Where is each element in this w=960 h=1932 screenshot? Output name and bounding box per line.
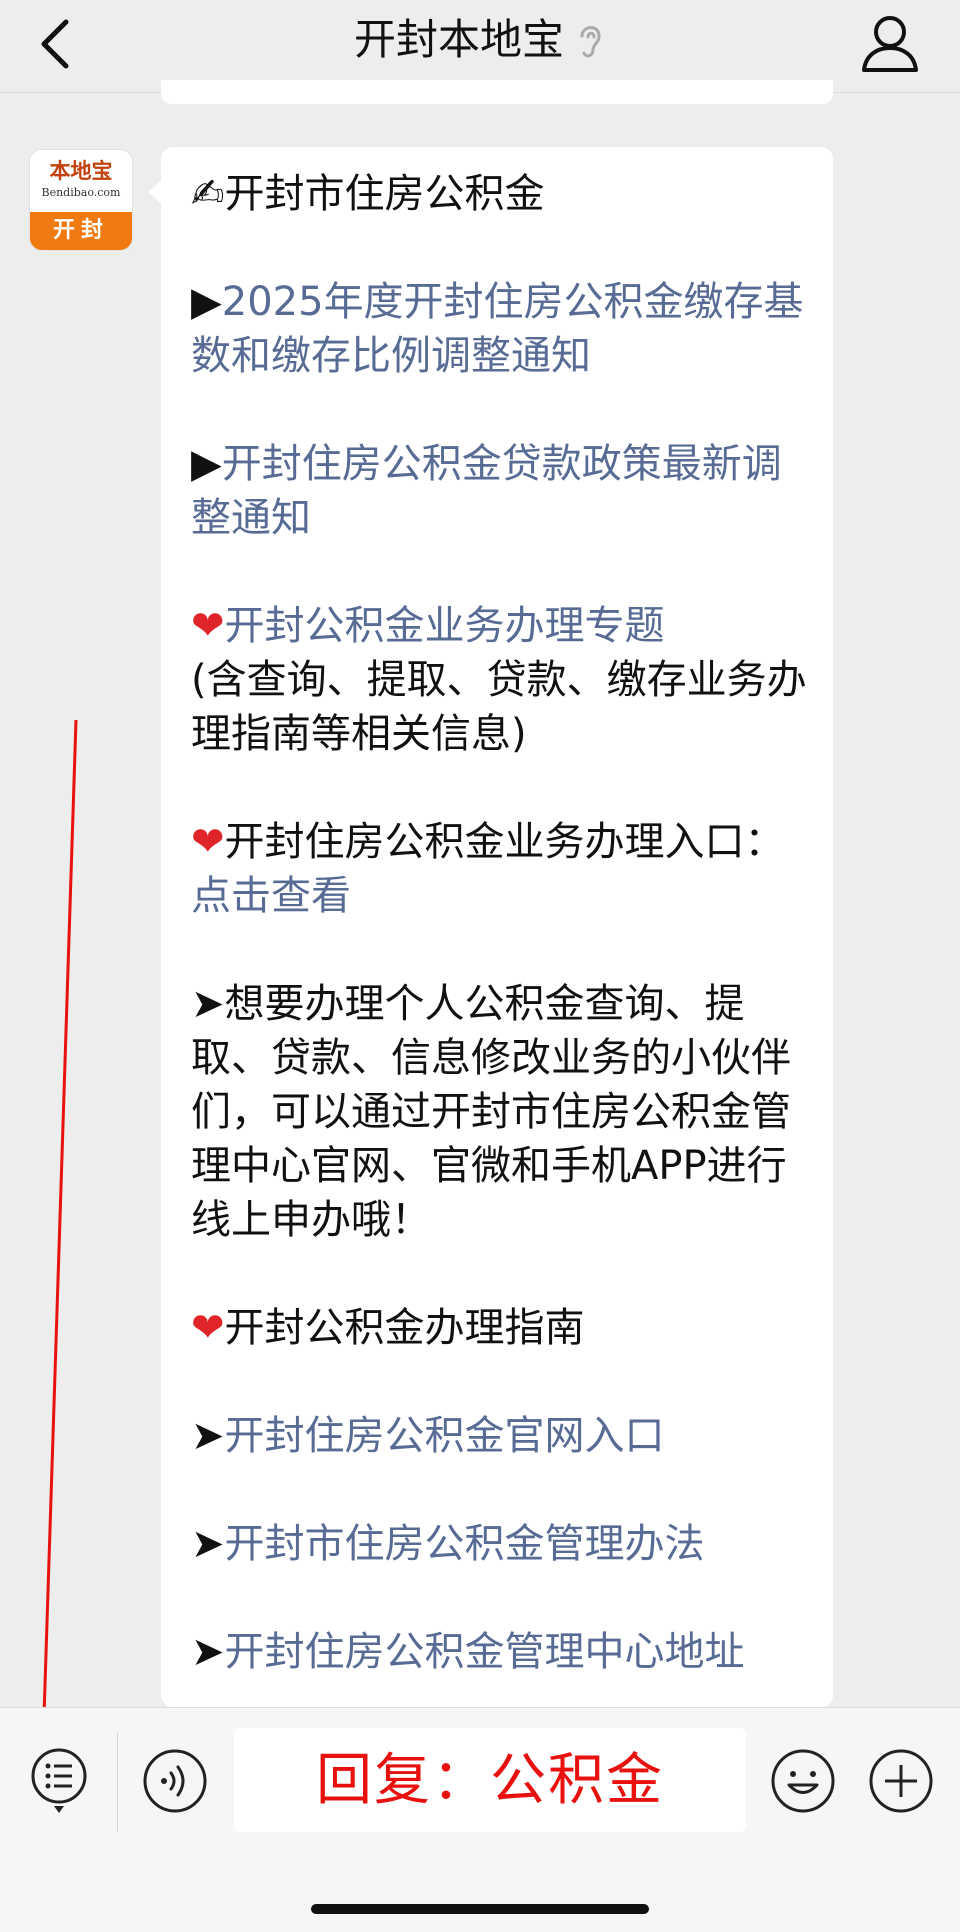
- avatar-brand-text: 本地宝: [49, 158, 113, 183]
- list-item: ▶开封住房公积金贷款政策最新调整通知: [191, 437, 817, 545]
- message-bubble: ✍开封市住房公积金 ▶2025年度开封住房公积金缴存基数和缴存比例调整通知 ▶开…: [161, 147, 833, 1707]
- list-item: ➤想要办理个人公积金查询、提取、贷款、信息修改业务的小伙伴们，可以通过开封市住房…: [191, 977, 817, 1247]
- user-profile-icon[interactable]: [860, 12, 920, 76]
- list-item: ➤开封住房公积金官网入口: [191, 1409, 817, 1463]
- toolbar-divider: [117, 1732, 118, 1832]
- ear-icon: [580, 26, 601, 58]
- sender-avatar[interactable]: 本地宝 Bendibao.com 开封: [30, 150, 132, 250]
- avatar-city-text: 开封: [30, 212, 132, 250]
- center-address-link[interactable]: 开封住房公积金管理中心地址: [225, 1629, 745, 1675]
- list-item: ❤开封公积金办理指南: [191, 1301, 817, 1355]
- arrow-marker-icon: ➤: [191, 1413, 225, 1459]
- guide-heading-text: 开封公积金办理指南: [224, 1305, 585, 1351]
- arrow-marker-icon: ➤: [191, 981, 225, 1027]
- management-rules-link[interactable]: 开封市住房公积金管理办法: [225, 1521, 705, 1567]
- topic-note-text: (含查询、提取、贷款、缴存业务办理指南等相关信息): [191, 657, 807, 757]
- home-indicator: [311, 1904, 649, 1914]
- previous-message-bubble: [161, 80, 833, 104]
- reply-hint-text: 回复：公积金: [316, 1748, 664, 1813]
- list-item: ➤开封住房公积金管理中心地址: [191, 1625, 817, 1679]
- bubble-tail: [148, 180, 162, 204]
- business-topic-link[interactable]: 开封公积金业务办理专题: [225, 603, 665, 649]
- contribution-notice-link[interactable]: 2025年度开封住房公积金缴存基数和缴存比例调整通知: [191, 279, 804, 379]
- menu-list-icon[interactable]: [28, 1746, 90, 1816]
- heart-icon: ❤: [191, 1305, 225, 1351]
- arrow-marker-icon: ➤: [191, 1521, 225, 1567]
- heart-icon: ❤: [191, 819, 225, 865]
- loan-policy-link[interactable]: 开封住房公积金贷款政策最新调整通知: [191, 441, 782, 541]
- list-item: ❤开封公积金业务办理专题 (含查询、提取、贷款、缴存业务办理指南等相关信息): [191, 599, 817, 761]
- list-item: ❤开封住房公积金业务办理入口： 点击查看: [191, 815, 817, 923]
- message-input[interactable]: 回复：公积金: [234, 1728, 746, 1832]
- chat-title-text: 开封本地宝: [353, 15, 564, 64]
- message-heading: ✍开封市住房公积金: [191, 167, 817, 221]
- heading-text: 开封市住房公积金: [224, 171, 545, 217]
- online-service-text: 想要办理个人公积金查询、提取、贷款、信息修改业务的小伙伴们，可以通过开封市住房公…: [191, 981, 791, 1243]
- official-site-link[interactable]: 开封住房公积金官网入口: [225, 1413, 665, 1459]
- smiley-icon[interactable]: [770, 1748, 836, 1814]
- click-to-view-link[interactable]: 点击查看: [191, 873, 351, 919]
- voice-icon[interactable]: [142, 1748, 208, 1814]
- list-item: ➤开封市住房公积金管理办法: [191, 1517, 817, 1571]
- list-item: ▶2025年度开封住房公积金缴存基数和缴存比例调整通知: [191, 275, 817, 383]
- entry-text: 开封住房公积金业务办理入口：: [224, 819, 785, 865]
- heart-icon: ❤: [191, 603, 225, 649]
- input-toolbar: 回复：公积金: [0, 1707, 960, 1932]
- avatar-domain-text: Bendibao.com: [41, 186, 121, 199]
- arrow-marker-icon: ➤: [191, 1629, 225, 1675]
- plus-icon[interactable]: [868, 1748, 934, 1814]
- triangle-marker-icon: ▶: [191, 279, 222, 325]
- avatar-logo-top: 本地宝 Bendibao.com: [30, 150, 132, 212]
- writing-hand-icon: ✍: [191, 171, 225, 217]
- triangle-marker-icon: ▶: [191, 441, 222, 487]
- chat-title: 开封本地宝: [0, 10, 960, 70]
- message-content: ✍开封市住房公积金 ▶2025年度开封住房公积金缴存基数和缴存比例调整通知 ▶开…: [191, 167, 817, 1733]
